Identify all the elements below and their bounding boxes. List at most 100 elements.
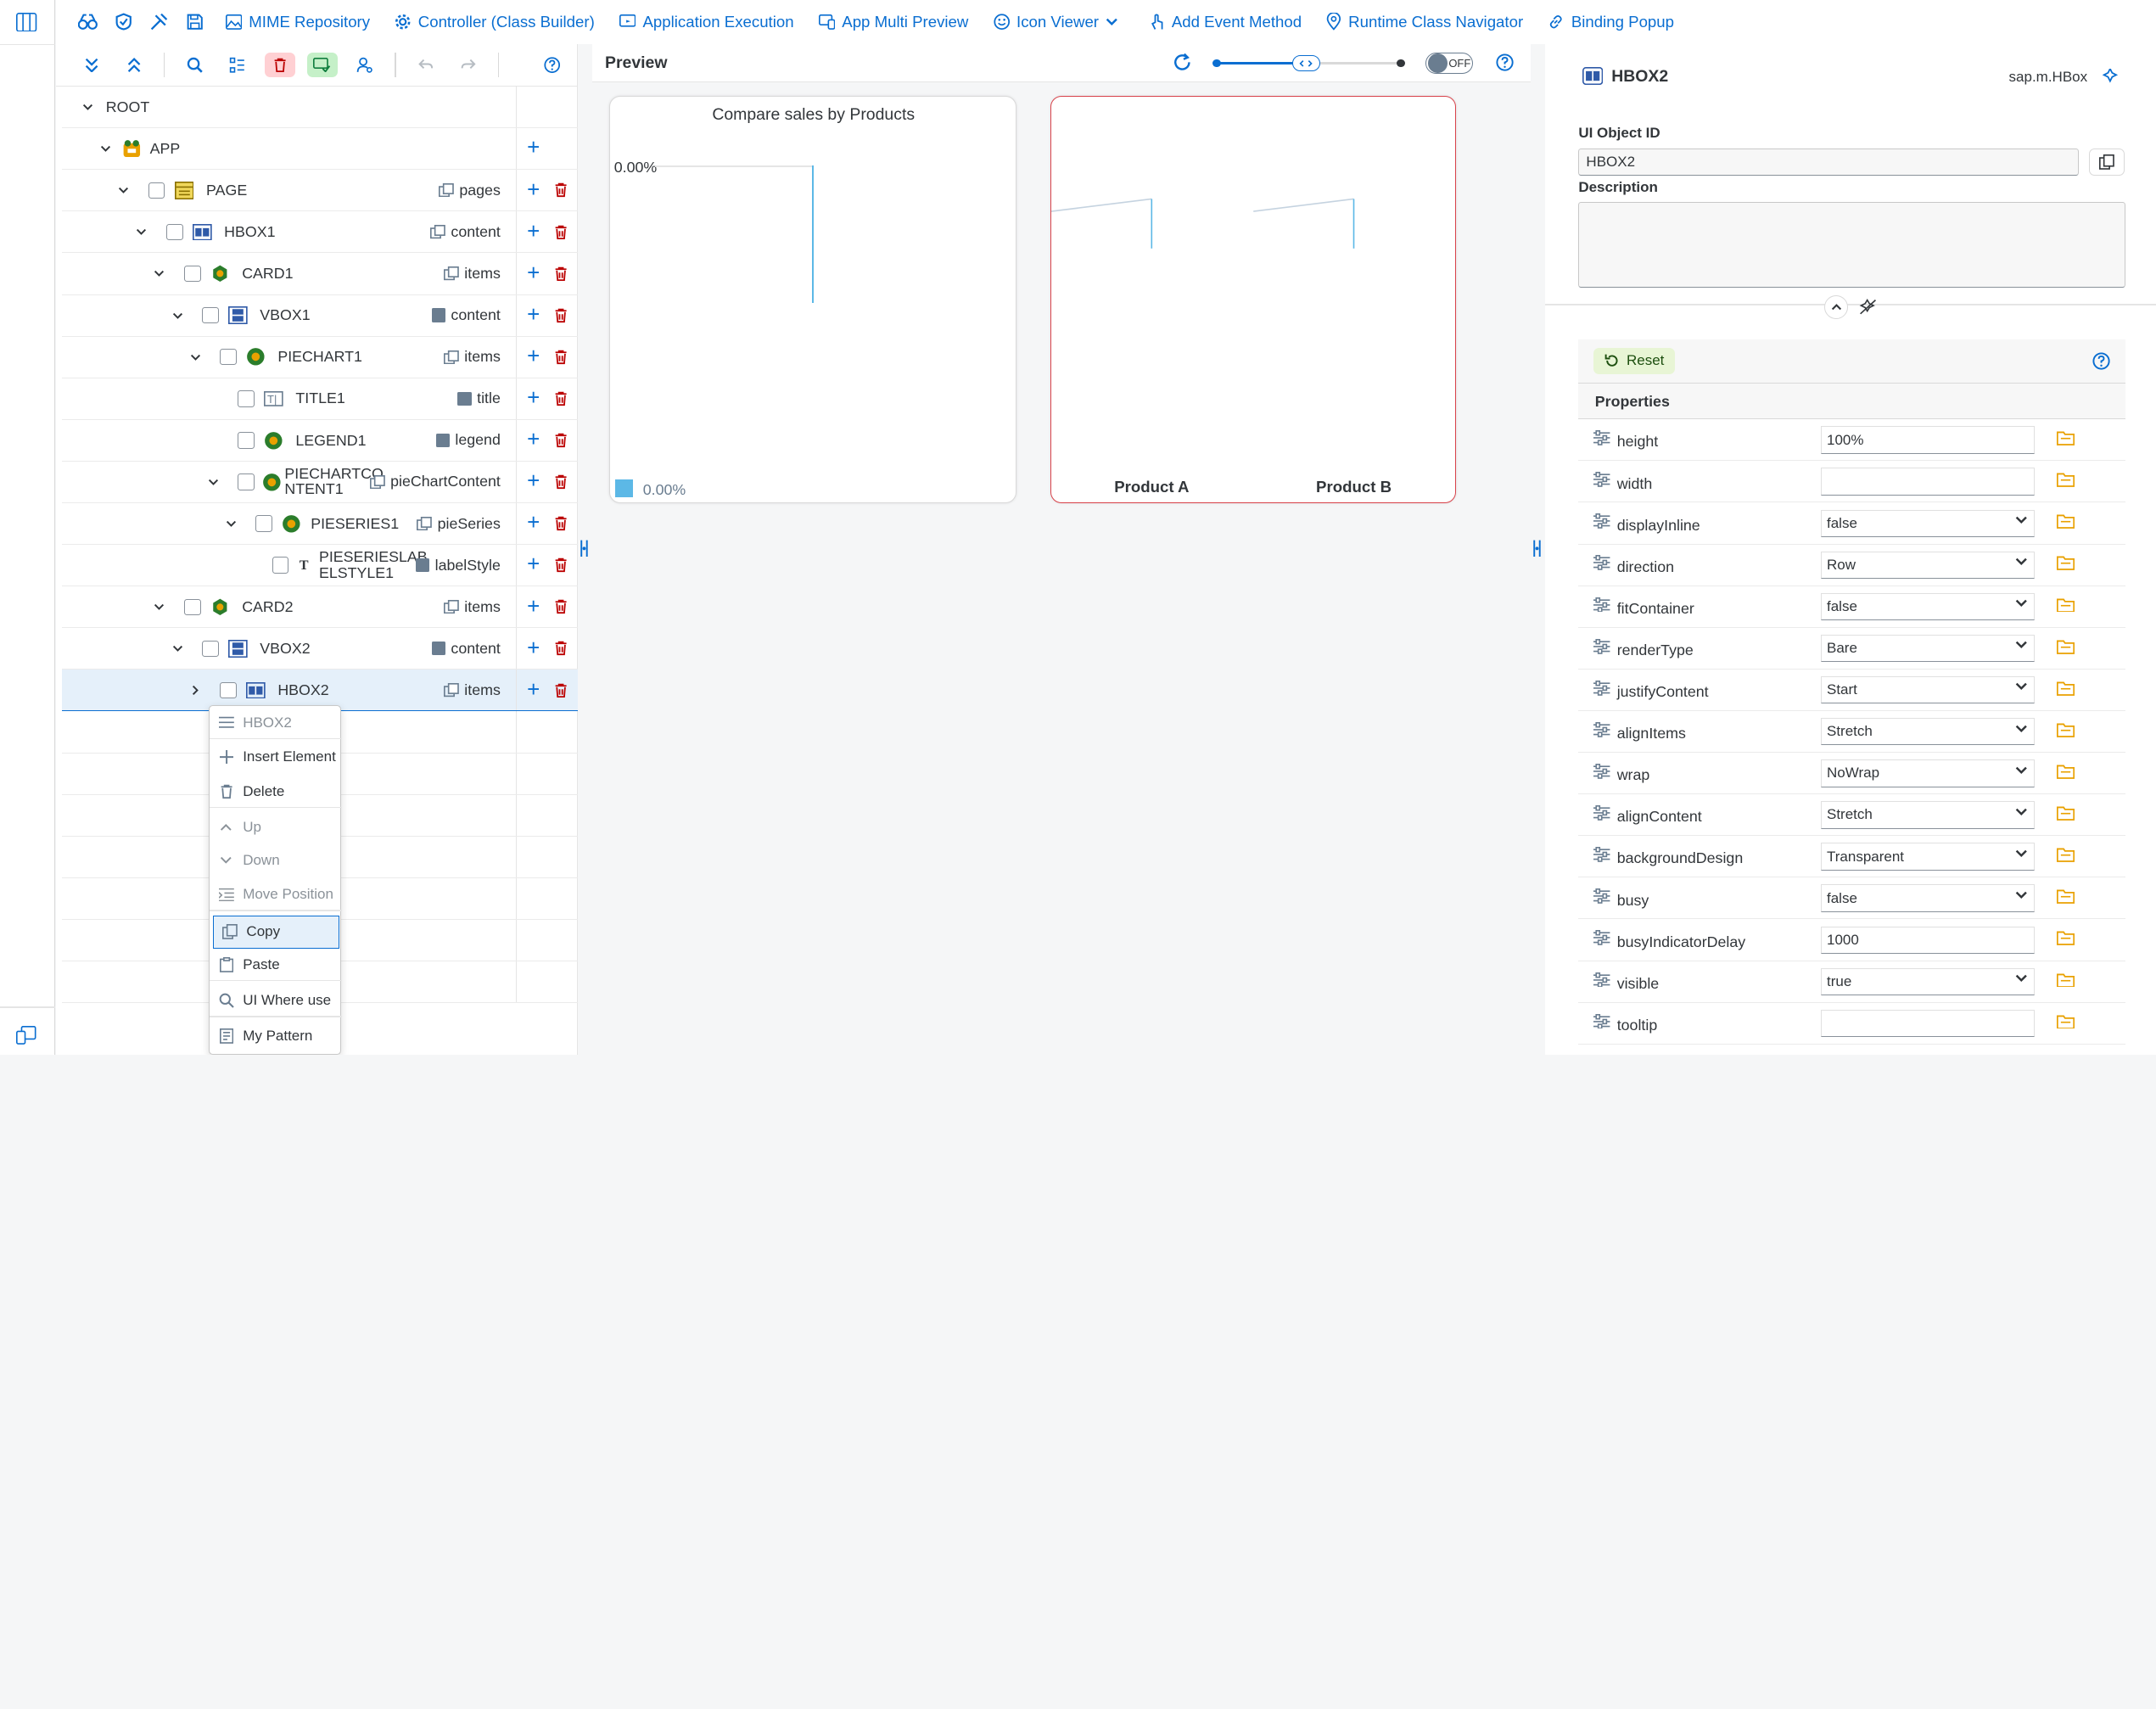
copy-id-button[interactable] [2088,148,2125,177]
add-icon[interactable]: + [525,637,541,659]
property-select[interactable]: Row [1820,551,2036,580]
menu-item-down[interactable]: Down [210,843,342,877]
delete-icon[interactable] [554,599,568,614]
splitter-handle-left[interactable] [579,539,590,558]
tree-row-legend1[interactable]: LEGEND1 legend + [61,419,578,462]
tools-icon[interactable] [142,0,177,44]
slider-handle[interactable] [1292,54,1320,72]
collapse-header-button[interactable] [1824,295,1848,319]
chevron-down-icon[interactable] [115,182,132,199]
add-icon[interactable]: + [525,387,541,409]
preview-toggle[interactable]: OFF [1425,52,1473,75]
controller-class-builder-button[interactable]: Controller (Class Builder) [383,0,608,44]
delete-icon[interactable] [554,474,568,490]
property-input[interactable]: 1000 [1820,926,2036,954]
help-icon[interactable] [2092,352,2111,370]
chevron-down-icon[interactable] [80,98,96,115]
row-checkbox[interactable] [184,598,201,615]
row-checkbox[interactable] [202,306,219,324]
tree-row-card2[interactable]: CARD2 items + [61,586,578,629]
add-icon[interactable]: + [525,596,541,618]
tree-row-card1[interactable]: CARD1 items + [61,253,578,295]
shield-icon[interactable] [106,0,142,44]
add-icon[interactable]: + [525,221,541,243]
undo-icon[interactable] [404,43,446,86]
description-field[interactable] [1578,202,2126,288]
property-select[interactable]: Bare [1820,634,2036,663]
menu-item-my-pattern[interactable]: My Pattern [210,1020,342,1053]
collapse-all-icon[interactable] [113,43,155,86]
add-event-method-button[interactable]: Add Event Method [1137,0,1313,44]
row-checkbox[interactable] [238,473,255,490]
delete-icon[interactable] [554,516,568,531]
row-checkbox[interactable] [166,223,183,241]
menu-item-copy[interactable]: Copy [212,915,339,949]
menu-item-move-position[interactable]: Move Position [210,878,342,911]
add-icon[interactable]: + [525,679,541,701]
pin-icon[interactable] [2102,69,2118,84]
property-input[interactable] [1820,468,2036,496]
property-select[interactable]: false [1820,592,2036,621]
binoculars-icon[interactable] [70,0,106,44]
chevron-down-icon[interactable] [151,599,167,615]
runtime-class-navigator-button[interactable]: Runtime Class Navigator [1314,0,1536,44]
list-icon[interactable] [216,43,258,86]
chevron-down-icon[interactable] [98,141,114,157]
add-icon[interactable]: + [525,429,541,451]
delete-icon[interactable] [554,350,568,365]
help-icon[interactable] [1496,53,1514,71]
menu-item-insert-element[interactable]: Insert Element [210,741,342,774]
row-checkbox[interactable] [148,182,165,199]
binding-folder-icon[interactable] [2057,764,2075,779]
property-input[interactable] [1820,1009,2036,1038]
delete-icon[interactable] [554,391,568,406]
binding-folder-icon[interactable] [2057,1014,2075,1029]
tree-row-hbox1[interactable]: HBOX1 content + [61,211,578,254]
app-multi-preview-button[interactable]: App Multi Preview [806,0,981,44]
row-checkbox[interactable] [238,432,255,449]
property-select[interactable]: true [1820,967,2036,996]
delete-all-icon[interactable] [259,43,301,86]
binding-folder-icon[interactable] [2057,888,2075,905]
preview-card-1[interactable]: Compare sales by Products 0.00% 0.00% [608,96,1016,504]
binding-folder-icon[interactable] [2057,597,2075,613]
tree-row-vbox2[interactable]: VBOX2 content + [61,628,578,670]
add-icon[interactable]: + [525,304,541,326]
delete-icon[interactable] [554,433,568,448]
search-icon[interactable] [173,43,216,86]
binding-folder-icon[interactable] [2057,430,2075,445]
zoom-slider[interactable] [1212,54,1406,72]
binding-folder-icon[interactable] [2057,805,2075,821]
add-icon[interactable]: + [525,553,541,575]
user-settings-icon[interactable] [344,43,386,86]
tree-row-pieseries1[interactable]: PIESERIES1 pieSeries + [61,503,578,546]
tree-row-pieserieslabelstyle1[interactable]: T PIESERIESLAB ELSTYLE1 labelStyle + [61,545,578,587]
property-select[interactable]: false [1820,884,2036,912]
delete-icon[interactable] [554,182,568,198]
add-icon[interactable]: + [525,179,541,201]
tree-row-piechart1[interactable]: PIECHART1 items + [61,336,578,378]
row-checkbox[interactable] [238,390,255,407]
chevron-down-icon[interactable] [151,266,167,282]
binding-folder-icon[interactable] [2057,972,2075,988]
menu-item-up[interactable]: Up [210,810,342,843]
delete-icon[interactable] [554,558,568,573]
icon-viewer-button[interactable]: Icon Viewer [981,0,1137,44]
binding-popup-button[interactable]: Binding Popup [1536,0,1687,44]
chevron-down-icon[interactable] [223,515,239,531]
binding-folder-icon[interactable] [2057,639,2075,654]
add-icon[interactable]: + [525,345,541,367]
chevron-down-icon[interactable] [187,349,203,365]
mime-repository-button[interactable]: MIME Repository [213,0,383,44]
property-input[interactable]: 100% [1820,426,2036,454]
row-checkbox[interactable] [272,557,289,574]
row-checkbox[interactable] [255,515,272,532]
menu-item-delete[interactable]: Delete [210,775,342,809]
tree-row-root[interactable]: ROOT [61,87,578,129]
property-select[interactable]: Transparent [1820,843,2036,871]
redo-icon[interactable] [447,43,490,86]
row-checkbox[interactable] [220,348,237,366]
screen-check-icon[interactable] [301,43,344,86]
row-checkbox[interactable] [184,265,201,283]
binding-folder-icon[interactable] [2057,722,2075,737]
